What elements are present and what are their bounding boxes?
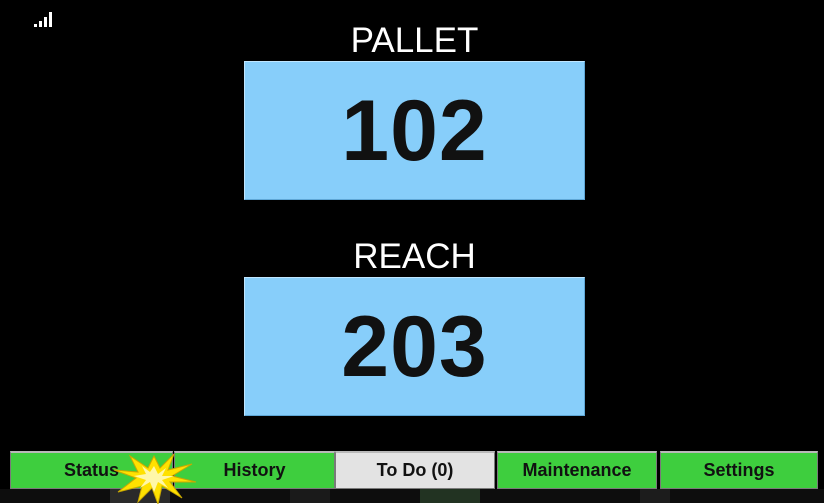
pallet-label: PALLET: [350, 21, 479, 60]
reach-label: REACH: [353, 237, 476, 276]
reach-value: 203: [341, 298, 488, 395]
pallet-value-box: 102: [244, 61, 585, 200]
tab-maintenance[interactable]: Maintenance: [497, 451, 657, 489]
strip-segment: [110, 489, 170, 503]
tab-status[interactable]: Status: [10, 451, 173, 489]
signal-strength-icon: [34, 12, 52, 27]
tab-to-do-label: To Do (0): [376, 460, 454, 480]
tab-status-label: Status: [63, 460, 119, 480]
bottom-tab-bar: Status History To Do (0) Maintenance Set…: [10, 451, 822, 489]
strip-segment: [290, 489, 330, 503]
tab-history[interactable]: History: [174, 451, 335, 489]
lower-screen-strip: [0, 489, 824, 503]
reach-value-box: 203: [244, 277, 585, 416]
tab-maintenance-label: Maintenance: [522, 460, 632, 480]
strip-segment: [640, 489, 670, 503]
terminal-screen: PALLET 102 REACH 203 Status History To D…: [0, 0, 824, 490]
tab-settings-label: Settings: [703, 460, 775, 480]
screen-bezel: [824, 0, 838, 503]
tab-history-label: History: [223, 460, 286, 480]
tab-to-do[interactable]: To Do (0): [335, 451, 495, 489]
tab-settings[interactable]: Settings: [660, 451, 818, 489]
pallet-value: 102: [341, 82, 488, 179]
strip-segment: [420, 489, 480, 503]
